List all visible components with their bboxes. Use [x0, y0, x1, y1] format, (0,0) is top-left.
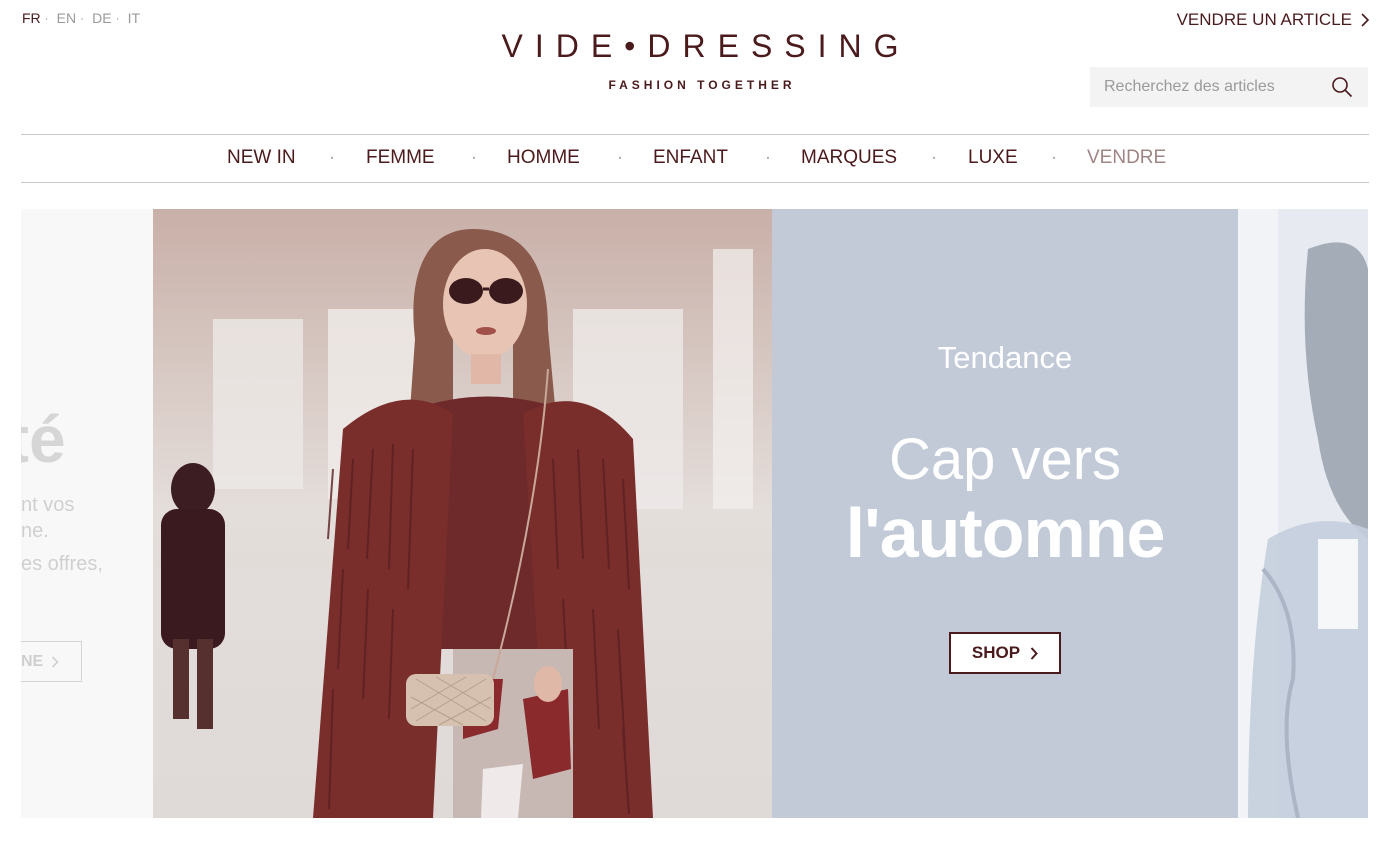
shop-button-label: SHOP [971, 643, 1021, 662]
chevron-right-icon [1361, 13, 1370, 27]
lang-en[interactable]: EN [57, 10, 76, 26]
lang-separator: · [44, 11, 49, 25]
lang-fr[interactable]: FR [22, 10, 41, 26]
nav-separator: · [618, 150, 622, 164]
nav-separator: · [1052, 150, 1056, 164]
language-switch: FR · EN · DE · IT [22, 10, 140, 26]
nav-item-enfant[interactable]: ENFANT [653, 147, 728, 169]
nav-item-femme[interactable]: FEMME [366, 147, 435, 169]
main-nav: NEW IN · FEMME · HOMME · ENFANT · MARQUE… [21, 134, 1369, 183]
nav-item-vendre[interactable]: VENDRE [1087, 147, 1166, 169]
nav-item-homme[interactable]: HOMME [507, 147, 580, 169]
chevron-right-icon [52, 655, 59, 668]
nav-separator: · [766, 150, 770, 164]
search-box [1090, 67, 1368, 107]
next-slide-image [1238, 209, 1368, 818]
previous-slide-text: nt vos [21, 494, 75, 516]
lang-separator: · [115, 11, 120, 25]
previous-slide-button-label: NE [21, 652, 44, 670]
woman-in-fringe-coat-illustration [153, 209, 772, 818]
previous-slide-text: ne. [21, 520, 49, 542]
sell-item-link[interactable]: VENDRE UN ARTICLE [1177, 10, 1370, 30]
previous-slide[interactable]: té nt vos ne. es offres, NE [21, 209, 153, 818]
previous-slide-text: es offres, [21, 553, 103, 575]
previous-slide-title: té [21, 402, 66, 476]
nav-separator: · [330, 150, 334, 164]
search-icon[interactable] [1330, 75, 1354, 99]
previous-slide-button[interactable]: NE [21, 641, 82, 682]
hero-kicker: Tendance [937, 340, 1073, 375]
nav-separator: · [472, 150, 476, 164]
hero-text-panel: Tendance Cap vers l'automne SHOP [772, 209, 1238, 818]
chevron-right-icon [1030, 646, 1038, 660]
lang-separator: · [80, 11, 85, 25]
hero-carousel: té nt vos ne. es offres, NE [21, 209, 1368, 818]
sell-item-label: VENDRE UN ARTICLE [1176, 10, 1352, 29]
shop-button[interactable]: SHOP [949, 632, 1061, 674]
nav-item-luxe[interactable]: LUXE [968, 147, 1018, 169]
nav-separator: · [932, 150, 936, 164]
logo-container: VIDE•DRESSING [0, 28, 1400, 65]
nav-item-new-in[interactable]: NEW IN [227, 147, 296, 169]
lang-it[interactable]: IT [128, 10, 140, 26]
nav-item-marques[interactable]: MARQUES [801, 147, 897, 169]
hero-title-line2: l'automne [845, 494, 1166, 572]
page: FR · EN · DE · IT VIDE•DRESSING FASHION … [0, 0, 1400, 842]
hero-image [153, 209, 772, 818]
next-slide[interactable] [1238, 209, 1368, 818]
hero-title-line1: Cap vers [888, 427, 1122, 492]
lang-de[interactable]: DE [92, 10, 111, 26]
search-input[interactable] [1104, 78, 1330, 96]
site-logo[interactable]: VIDE•DRESSING [489, 28, 910, 65]
